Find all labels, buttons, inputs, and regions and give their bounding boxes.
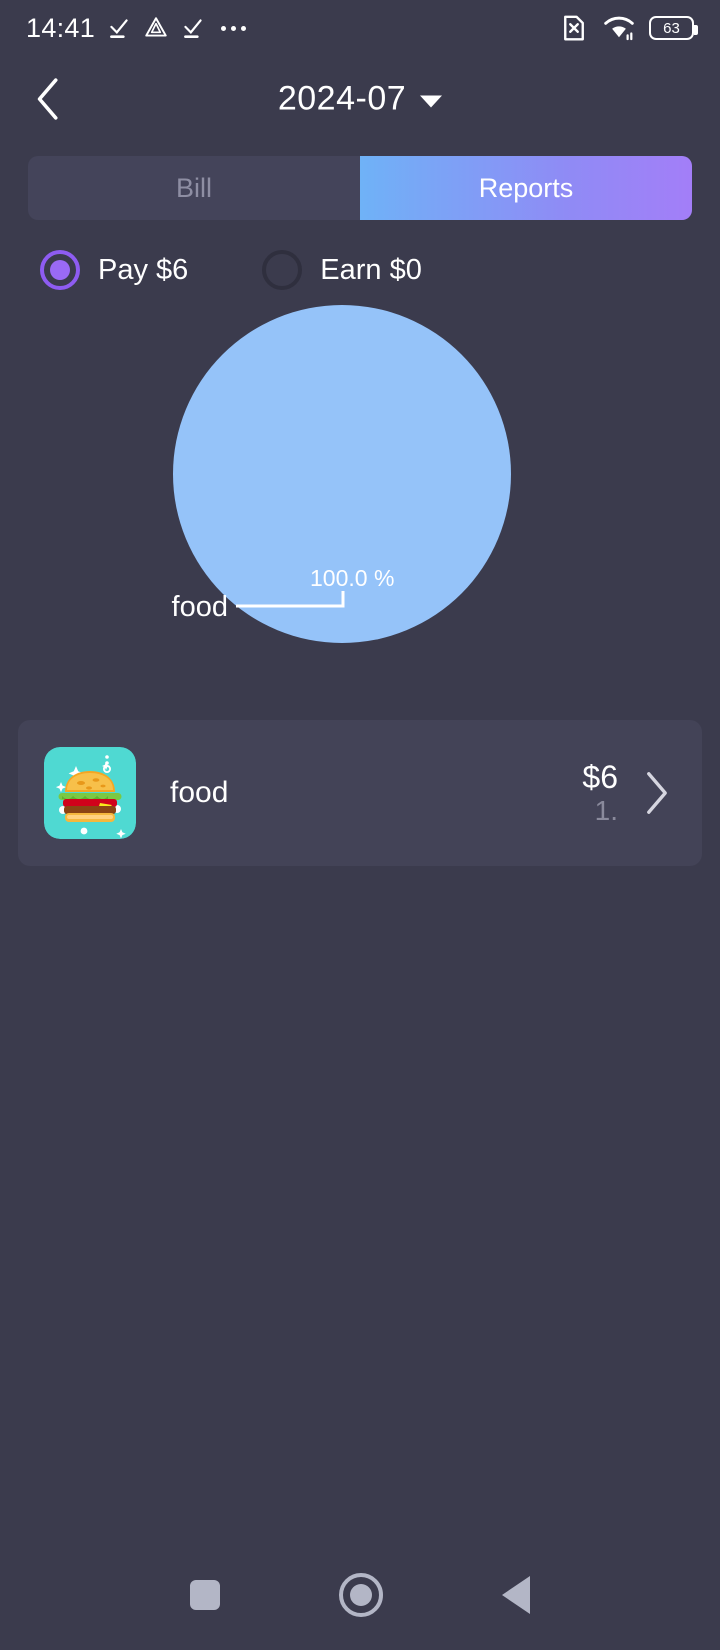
burger-food-icon: [44, 747, 136, 839]
chevron-down-icon: [420, 95, 443, 108]
tab-bar: Bill Reports: [28, 156, 692, 220]
radio-pay-circle: [40, 250, 80, 290]
pie-chart-svg: food 100.0 %: [172, 305, 511, 643]
battery-level: 63: [663, 19, 680, 37]
radio-earn-circle: [262, 250, 303, 290]
list-item[interactable]: food $6 1.: [18, 720, 702, 866]
sim-x-icon: [564, 15, 584, 41]
more-dots-icon: [221, 25, 247, 31]
triangle-cloud-icon: [145, 17, 167, 37]
pie-label-food: food: [172, 591, 228, 623]
battery-icon: 63: [649, 16, 698, 40]
radio-earn-label: Earn $0: [320, 253, 422, 286]
triangle-back-icon[interactable]: [502, 1576, 531, 1614]
category-list: food $6 1.: [18, 720, 702, 866]
circle-icon[interactable]: [338, 1573, 383, 1617]
page-title: 2024-07: [277, 79, 407, 118]
status-bar-right: 63: [559, 13, 698, 43]
radio-pay[interactable]: Pay $6: [40, 250, 188, 290]
status-bar-left: 14:41: [26, 12, 247, 44]
pie-chart: food 100.0 %: [0, 304, 720, 704]
app-screen: 14:41 63 2024-07 Bill Reports Pay $6 Ear…: [0, 0, 720, 1650]
check-download-icon-2: [184, 19, 202, 38]
list-item-subtext: 1.: [594, 795, 618, 827]
tab-bill[interactable]: Bill: [28, 156, 360, 220]
status-bar: 14:41 63: [0, 0, 720, 56]
wifi-icon: [604, 16, 634, 41]
chevron-right-icon[interactable]: [634, 771, 680, 815]
check-download-icon: [110, 19, 128, 38]
list-item-name: food: [170, 776, 229, 809]
square-icon[interactable]: [189, 1580, 220, 1610]
radio-earn[interactable]: Earn $0: [262, 250, 422, 290]
list-item-amounts: $6 1.: [582, 759, 618, 828]
tab-reports[interactable]: Reports: [360, 156, 692, 220]
app-bar: 2024-07: [0, 56, 720, 142]
filter-radio-group: Pay $6 Earn $0: [0, 220, 720, 290]
radio-pay-label: Pay $6: [98, 253, 189, 286]
status-time: 14:41: [26, 12, 96, 43]
pie-percent-food: 100.0 %: [310, 565, 394, 591]
month-selector[interactable]: 2024-07: [0, 80, 720, 119]
android-nav-bar: [0, 1540, 720, 1650]
list-item-amount: $6: [582, 758, 618, 795]
